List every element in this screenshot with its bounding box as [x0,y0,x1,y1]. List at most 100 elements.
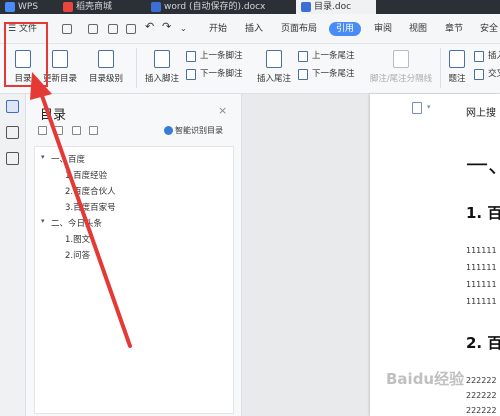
print-icon[interactable] [108,24,118,34]
insert-caption-label: 插入 [488,51,500,61]
tab-word-autosave[interactable]: word (自动保存的).docx [146,0,294,14]
collapse-all-icon[interactable] [38,126,47,135]
watermark: Baidu经验 [386,370,465,388]
close-icon[interactable]: × [218,104,227,117]
toc-item-level2[interactable]: 2.问答 [65,249,90,261]
caption-label: 题注 [448,74,466,84]
insert-footnote-button[interactable]: 插入脚注 [140,50,184,90]
menu-view[interactable]: 视图 [409,22,427,36]
prev-footnote-button[interactable]: 上一条脚注 [186,50,243,63]
doc-text: 111111 [466,246,497,255]
save-icon[interactable] [88,24,98,34]
page-marker-icon[interactable] [412,102,422,114]
tab-label: WPS [18,2,39,12]
word-doc-icon [151,2,161,12]
ribbon-divider [440,48,441,88]
bookmark-icon[interactable] [6,152,19,165]
toc-item-label: 二、今日头条 [51,219,103,229]
menu-review[interactable]: 审阅 [374,22,392,36]
undo-icon[interactable]: ↶ [145,20,154,34]
menu-references[interactable]: 引用 [329,22,362,36]
doc-heading-2: 2. 百 [466,334,500,352]
doc-text: 111111 [466,280,497,289]
doc-heading-2: 1. 百 [466,204,500,222]
prev-footnote-icon [186,51,196,62]
insert-caption-button[interactable]: 插入 [474,50,500,63]
add-heading-icon[interactable] [72,126,81,135]
expand-icon[interactable] [54,126,63,135]
prev-endnote-icon [298,51,308,62]
menu-security[interactable]: 安全 [480,22,498,36]
separator-button[interactable]: 脚注/尾注分隔线 [366,50,436,90]
wps-logo-icon [5,2,15,12]
tab-label: word (自动保存的).docx [164,2,266,12]
toc-item-level1[interactable]: ▾ 二、今日头条 [41,217,102,229]
next-footnote-button[interactable]: 下一条脚注 [186,68,243,81]
toc-item-label: 一、百度 [51,155,86,165]
doc-heading-1: 一、 [466,154,500,179]
caption-icon [449,50,465,68]
page-panel-icon[interactable] [6,126,19,139]
navigation-rail [0,94,26,416]
smart-toc-label: 智能识别目录 [175,126,223,135]
cross-ref-button[interactable]: 交叉 [474,68,500,81]
next-footnote-label: 下一条脚注 [200,69,243,79]
toc-panel-icon[interactable] [6,100,19,113]
tab-label: 目录.doc [314,2,352,12]
next-endnote-button[interactable]: 下一条尾注 [298,68,355,81]
smart-recognize-icon [164,126,173,135]
print-preview-icon[interactable] [126,24,136,34]
chevron-down-icon[interactable]: ▾ [41,153,45,161]
insert-footnote-label: 插入脚注 [144,74,179,84]
smart-toc-button[interactable]: 智能识别目录 [164,125,223,136]
references-ribbon: 目录 更新目录 目录级别 插入脚注 上一条脚注 下一条脚注 插入尾注 上一条尾注… [0,44,500,94]
doc-text: 222222 [466,391,497,400]
pane-title: 目录 [40,108,67,123]
toc-item-level2[interactable]: 2.百度合伙人 [65,185,116,197]
update-toc-icon [52,50,68,68]
tab-label: 稻壳商城 [76,2,113,12]
toc-item-level1[interactable]: ▾ 一、百度 [41,153,85,165]
doc-text: 网上搜 [466,108,496,119]
menu-page-layout[interactable]: 页面布局 [281,22,317,36]
toc-item-level2[interactable]: 1.图文 [65,233,90,245]
tab-wps[interactable]: WPS [0,0,56,14]
open-icon[interactable] [62,24,72,34]
doc-text: 111111 [466,297,497,306]
toc-item-level2[interactable]: 1.百度经验 [65,169,107,181]
ribbon-divider [136,48,137,88]
separator-label: 脚注/尾注分隔线 [369,74,433,84]
caption-button[interactable]: 题注 [444,50,470,90]
doc-text: 111111 [466,263,497,272]
remove-heading-icon[interactable] [89,126,98,135]
next-footnote-icon [186,69,196,80]
toc-pane: 目录 × 智能识别目录 ▾ 一、百度 1.百度经验 2.百度合伙人 3.百度百家… [26,94,242,416]
insert-caption-icon [474,51,484,62]
chevron-down-icon[interactable]: ⌄ [180,22,187,36]
toc-level-button[interactable]: 目录级别 [84,50,128,90]
separator-icon [393,50,409,68]
toc-item-level2[interactable]: 3.百度百家号 [65,201,116,213]
insert-endnote-button[interactable]: 插入尾注 [252,50,296,90]
menu-insert[interactable]: 插入 [245,22,263,36]
chevron-down-icon[interactable]: ▾ [41,217,45,225]
toc-tree: ▾ 一、百度 1.百度经验 2.百度合伙人 3.百度百家号 ▾ 二、今日头条 1… [34,146,234,414]
prev-endnote-label: 上一条尾注 [312,51,355,61]
word-doc-icon [301,2,311,12]
tab-docer-mall[interactable]: 稻壳商城 [58,0,144,14]
tab-toc-doc[interactable]: 目录.doc [296,0,376,14]
title-tab-bar: WPS 稻壳商城 word (自动保存的).docx 目录.doc [0,0,500,14]
toc-level-label: 目录级别 [88,74,123,84]
menu-bar: ☰ 文件 ↶ ↷ ⌄ 开始 插入 页面布局 引用 审阅 视图 章节 安全 [0,14,500,44]
endnote-icon [266,50,282,68]
cross-ref-icon [474,69,484,80]
menu-chapter[interactable]: 章节 [445,22,463,36]
annotation-highlight-box [4,22,48,87]
prev-endnote-button[interactable]: 上一条尾注 [298,50,355,63]
chevron-down-icon[interactable]: ▾ [427,103,431,111]
menu-start[interactable]: 开始 [209,22,227,36]
doc-text: 222222 [466,406,497,415]
redo-icon[interactable]: ↷ [162,20,171,34]
footnote-icon [154,50,170,68]
cross-ref-label: 交叉 [488,69,500,79]
